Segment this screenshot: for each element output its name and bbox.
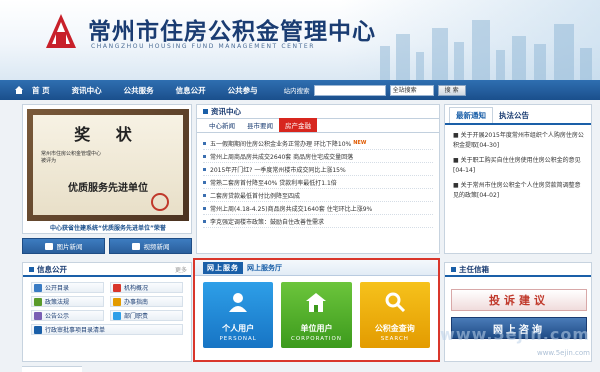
news-item[interactable]: 2015年开门红? 一季度常州楼市成交同比上涨15% (203, 163, 433, 176)
duties-icon (113, 311, 121, 320)
main-nav: 首 页 资讯中心 公共服务 信息公开 公共参与 站内搜索 全站搜索 搜 索 (0, 80, 600, 100)
news-list: 五一假期期间住房公积金业务正常办理 环比下降10% NEW 常州上周商品房共成交2… (197, 133, 439, 232)
info-item-announcement[interactable]: 公告公示 (31, 310, 104, 321)
notice-panel: 最新通知 执法公告 ■ 关于开展2015年度常州市组织个人购房住房公积金提取[0… (444, 104, 592, 254)
info-item-duties[interactable]: 部门职责 (110, 310, 183, 321)
tab-latest-notice[interactable]: 最新通知 (449, 107, 493, 123)
magnifier-icon (385, 292, 405, 312)
new-badge: NEW (353, 140, 367, 146)
tab-center-news[interactable]: 中心新闻 (203, 118, 241, 132)
news-item[interactable]: 常州上周(4.18-4.25)商品房共成交1640套 住宅环比上涨9% (203, 202, 433, 215)
fund-search-tile[interactable]: 公积金查询 SEARCH (359, 282, 430, 348)
seal-icon (151, 193, 169, 211)
policy-icon (34, 297, 42, 306)
photo-caption[interactable]: 中心获省住建系统“优质服务先进单位”荣誉 (27, 223, 189, 232)
search-input[interactable] (313, 84, 386, 96)
site-header: 常州市住房公积金管理中心 CHANGZHOU HOUSING FUND MANA… (0, 0, 600, 80)
notice-list: ■ 关于开展2015年度常州市组织个人购房住房公积金提取[04-30] ■ 关于… (445, 125, 591, 201)
nav-item-participation[interactable]: 公共参与 (228, 85, 258, 96)
info-item-organization[interactable]: 机构概况 (110, 282, 183, 293)
news-item[interactable]: 五一假期期间住房公积金业务正常办理 环比下降10% NEW (203, 137, 433, 150)
news-panel: 资讯中心 中心新闻 县市要闻 房产金融 五一假期期间住房公积金业务正常办理 环比… (196, 104, 440, 254)
bullet-icon (29, 266, 34, 272)
search-button[interactable]: 搜 索 (437, 84, 466, 96)
online-services-panel: 网上服务 网上服务厅 个人用户 PERSONAL 单位用户 CORPORATIO… (193, 258, 440, 362)
plaque-text: 常州市住房公积金管理中心 被评为 (41, 151, 102, 164)
nav-item-public-service[interactable]: 公共服务 (124, 85, 154, 96)
list-icon (34, 325, 42, 334)
video-icon (131, 242, 140, 250)
plaque-award-name: 优质服务先进单位 (68, 183, 148, 194)
building-icon (306, 293, 327, 312)
search-label: 站内搜索 (283, 87, 310, 95)
tab-enforcement-notice[interactable]: 执法公告 (493, 108, 535, 123)
info-open-panel: 信息公开 更多 公开目录 机构概况 政策法规 办事指南 公告公示 部门职责 行政… (22, 262, 192, 362)
bottom-panel-edge (22, 366, 82, 372)
organization-icon (113, 283, 121, 292)
photo-news-label: 图片新闻 (56, 243, 83, 251)
announcement-icon (34, 311, 42, 320)
person-icon (229, 293, 248, 312)
personal-user-tile[interactable]: 个人用户 PERSONAL (203, 282, 274, 348)
site-subtitle: CHANGZHOU HOUSING FUND MANAGEMENT CENTER (91, 43, 316, 50)
news-item[interactable]: 常熟二套房首付降至40% 贷款利率最低打1.1倍 (203, 176, 433, 189)
info-item-policy[interactable]: 政策法规 (31, 296, 104, 307)
media-links: 图片新闻 视频新闻 (22, 238, 192, 254)
site-watermark: www.5ejin.com www.5ejin.com (440, 325, 590, 357)
site-title: 常州市住房公积金管理中心 (88, 18, 376, 45)
more-link[interactable]: 更多 (175, 265, 187, 274)
video-news-label: 视频新闻 (143, 243, 170, 251)
skyline-decoration (340, 0, 600, 80)
news-item[interactable]: 二套房贷款最低首付比例降至四成 (203, 189, 433, 202)
news-item[interactable]: 常州上周商品房共成交2640套 商品房住宅成交量回落 (203, 150, 433, 163)
online-services-heading: 网上服务 网上服务厅 (195, 260, 438, 276)
guide-icon (113, 297, 121, 306)
news-heading: 资讯中心 (197, 105, 439, 119)
news-tabs: 中心新闻 县市要闻 房产金融 (197, 118, 439, 133)
bullet-icon (451, 266, 456, 272)
plaque-title: 奖 状 (74, 125, 142, 144)
corporate-user-tile[interactable]: 单位用户 CORPORATION (281, 282, 352, 348)
nav-item-info-open[interactable]: 信息公开 (176, 85, 206, 96)
logo-icon[interactable] (44, 12, 78, 50)
award-plaque: 奖 状 常州市住房公积金管理中心 被评为 优质服务先进单位 (27, 109, 189, 221)
featured-photo[interactable]: 奖 状 常州市住房公积金管理中心 被评为 优质服务先进单位 中心获省住建系统“优… (22, 104, 192, 234)
catalog-icon (34, 283, 42, 292)
tab-real-estate-finance[interactable]: 房产金融 (279, 118, 317, 132)
video-news-button[interactable]: 视频新闻 (109, 238, 192, 254)
search-scope-select[interactable]: 全站搜索 (389, 84, 434, 96)
notice-tabs: 最新通知 执法公告 (445, 105, 591, 125)
photo-news-button[interactable]: 图片新闻 (22, 238, 105, 254)
tab-county-news[interactable]: 县市要闻 (241, 118, 279, 132)
info-item-approval-list[interactable]: 行政审批事项目录清单 (31, 324, 183, 335)
info-open-heading: 信息公开 更多 (23, 263, 191, 277)
picture-icon (44, 242, 53, 250)
bullet-icon (203, 109, 208, 114)
info-item-catalog[interactable]: 公开目录 (31, 282, 104, 293)
news-item[interactable]: 李克强定调楼市政策：鼓励自住改善性需求 (203, 215, 433, 228)
notice-item[interactable]: ■ 关于开展2015年度常州市组织个人购房住房公积金提取[04-30] (453, 131, 585, 151)
nav-item-home[interactable]: 首 页 (32, 85, 50, 96)
nav-item-news[interactable]: 资讯中心 (72, 85, 102, 96)
info-item-guide[interactable]: 办事指南 (110, 296, 183, 307)
notice-item[interactable]: ■ 关于职工购买自住住房使用住房公积金的意见[04-14] (453, 156, 585, 176)
home-icon (15, 86, 23, 94)
director-mailbox-heading: 主任信箱 (445, 263, 591, 277)
notice-item[interactable]: ■ 关于常州市住房公积金个人住房贷款简调整意见的政策[04-02] (453, 181, 585, 201)
